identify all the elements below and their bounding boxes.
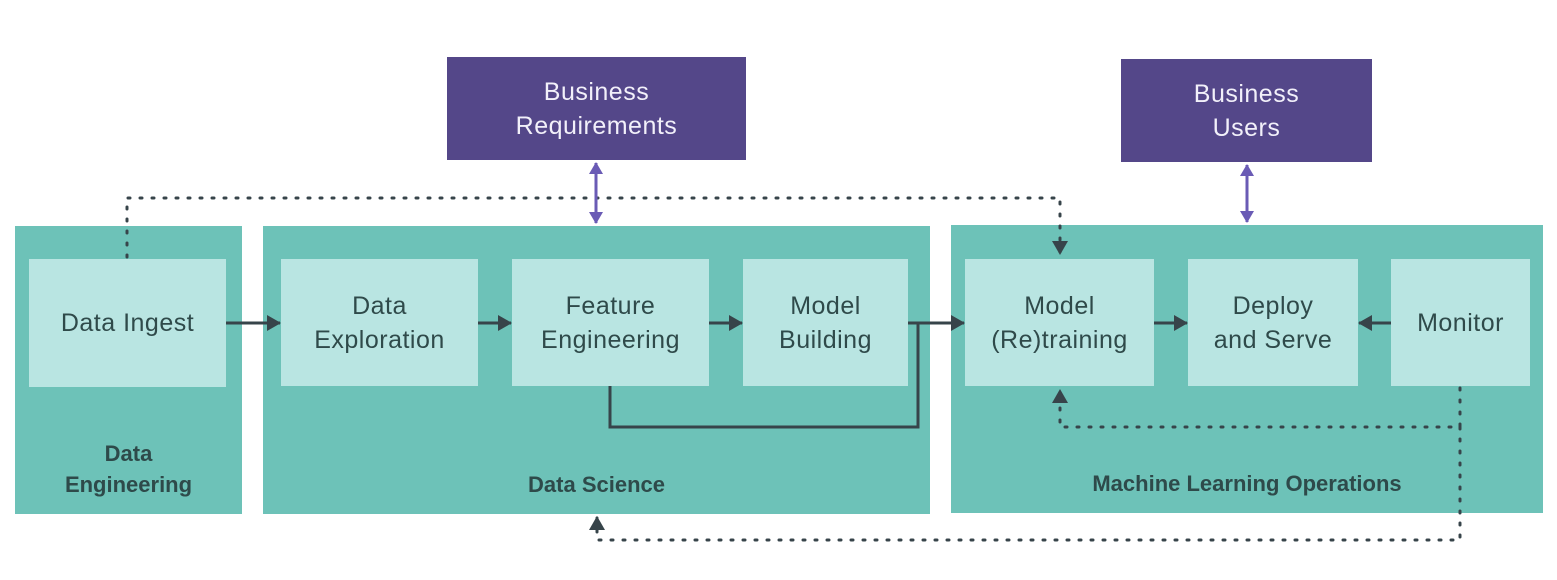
connectors-layer: [125, 162, 1462, 542]
dotted-ingest-to-retraining: [125, 196, 1068, 259]
arrow-feature-to-retraining-loop: [608, 323, 920, 429]
dotted-monitor-to-data-science: [589, 425, 1462, 542]
dotted-monitor-to-retraining: [1052, 386, 1462, 429]
